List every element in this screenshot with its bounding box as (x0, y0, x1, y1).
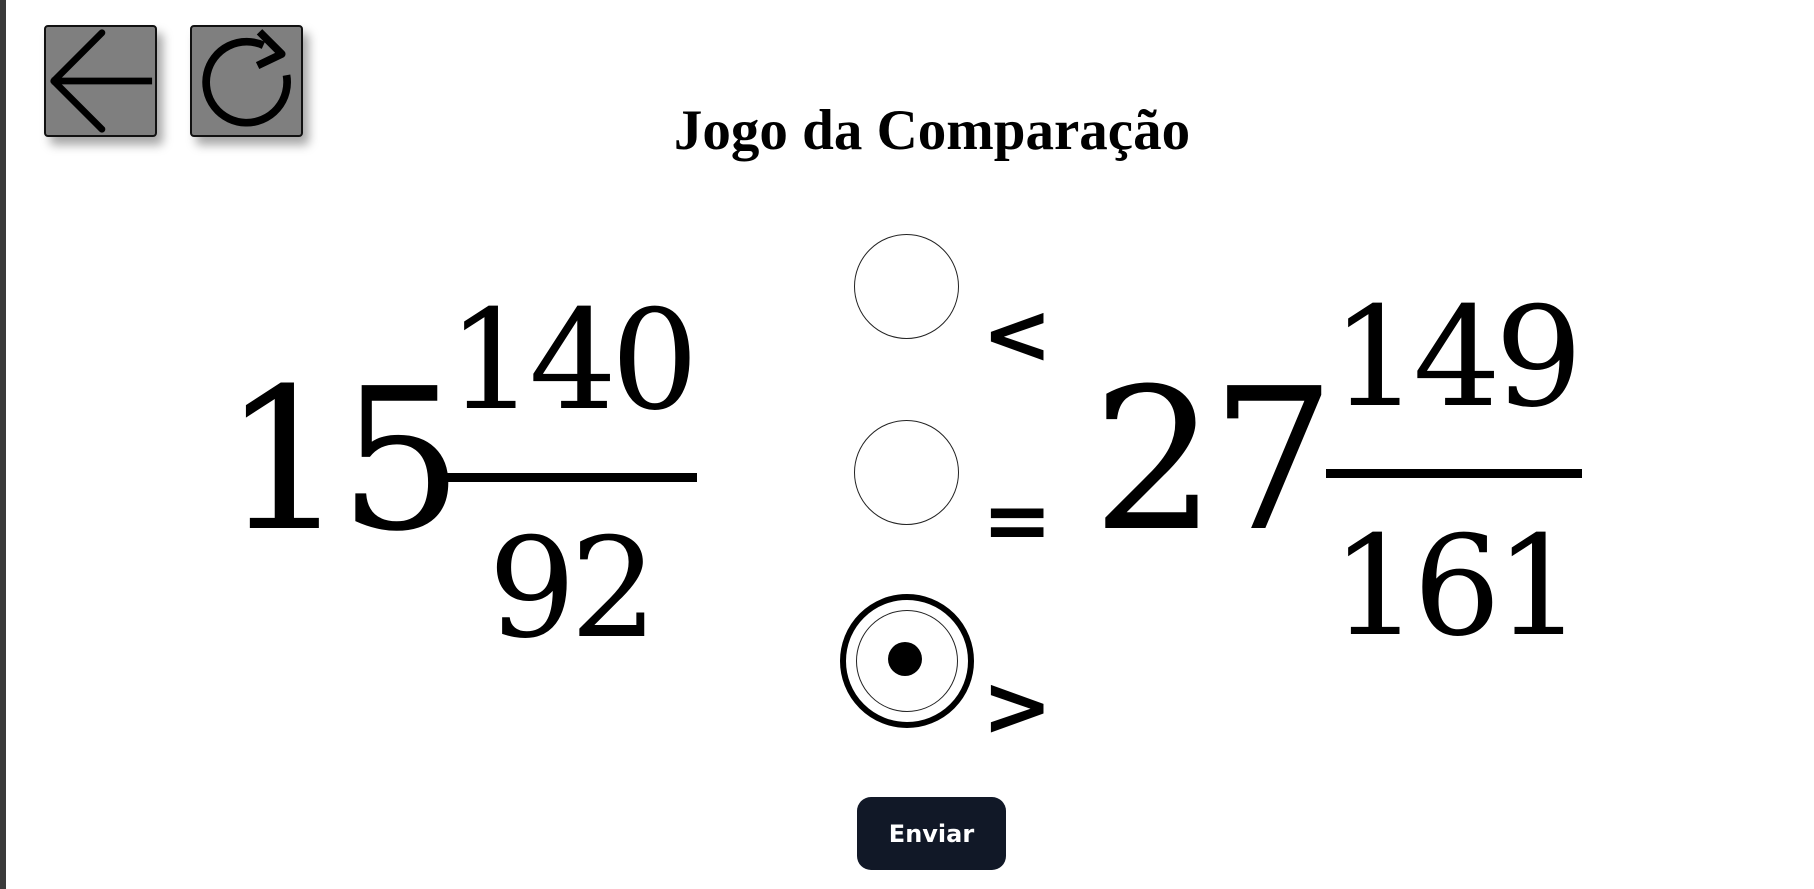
left-whole-part: 15 (222, 347, 463, 575)
less-than-label: < (982, 285, 1053, 383)
right-denominator: 161 (1331, 506, 1582, 667)
right-whole-part: 27 (1092, 347, 1335, 575)
radio-less-than[interactable] (854, 234, 959, 339)
radio-equal[interactable] (854, 420, 959, 525)
equal-label: = (982, 471, 1053, 569)
page-title: Jogo da Comparação (673, 99, 1191, 162)
left-fraction-bar (440, 473, 697, 482)
left-denominator: 92 (488, 508, 658, 669)
right-numerator: 149 (1331, 277, 1582, 438)
submit-button[interactable]: Enviar (857, 797, 1006, 870)
right-fraction-bar (1326, 469, 1582, 478)
radio-selected-dot (888, 642, 922, 676)
greater-than-label: > (982, 657, 1053, 755)
left-numerator: 140 (447, 280, 698, 441)
radio-greater-than[interactable] (840, 594, 974, 728)
